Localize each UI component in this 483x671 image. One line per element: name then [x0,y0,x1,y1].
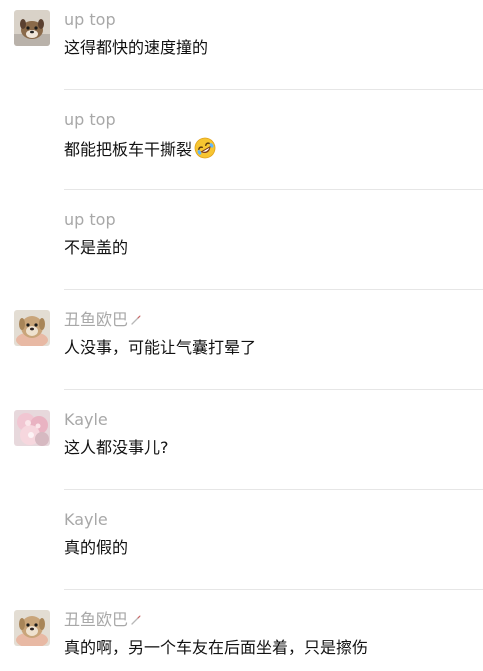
sender-name[interactable]: up top [64,10,116,30]
message-text-content: 这人都没事儿? [64,438,169,457]
divider [64,489,483,490]
chat-message: Kayle 这人都没事儿? [0,400,483,500]
message-text-content: 不是盖的 [64,238,129,257]
message-text-content: 都能把板车干撕裂 [64,140,193,159]
pen-icon [130,311,142,331]
message-text: 都能把板车干撕裂 [64,137,216,165]
sender-name[interactable]: 丑鱼欧巴 [64,310,142,331]
flower-avatar[interactable] [14,410,50,446]
message-text-content: 真的假的 [64,538,129,557]
puppy-avatar[interactable] [14,610,50,646]
chat-message: Kayle 真的假的 [0,500,483,600]
message-text: 这得都快的速度撞的 [64,37,208,59]
divider [64,89,483,90]
message-text: 不是盖的 [64,237,128,259]
chat-message: up top 不是盖的 [0,200,483,300]
message-text-content: 真的啊，另一个车友在后面坐着，只是擦伤 [64,638,369,657]
divider [64,589,483,590]
message-text-content: 这得都快的速度撞的 [64,38,209,57]
sender-name[interactable]: Kayle [64,510,108,530]
divider [64,389,483,390]
puppy-avatar[interactable] [14,310,50,346]
sender-name-label: 丑鱼欧巴 [64,610,129,629]
sender-name[interactable]: up top [64,110,116,130]
sender-name[interactable]: 丑鱼欧巴 [64,610,142,631]
sender-name[interactable]: up top [64,210,116,230]
rolling-laughing-emoji-icon [194,137,216,165]
message-text: 这人都没事儿? [64,437,169,459]
chat-message: up top 这得都快的速度撞的 [0,0,483,100]
chat-thread: up top 这得都快的速度撞的 up top 都能把板车干撕裂 up top … [0,0,483,671]
dog-avatar[interactable] [14,10,50,46]
divider [64,289,483,290]
sender-name[interactable]: Kayle [64,410,108,430]
chat-message: 丑鱼欧巴 真的啊，另一个车友在后面坐着，只是擦伤 [0,600,483,671]
message-text: 真的啊，另一个车友在后面坐着，只是擦伤 [64,637,368,659]
message-text: 真的假的 [64,537,128,559]
divider [64,189,483,190]
chat-message: 丑鱼欧巴 人没事，可能让气囊打晕了 [0,300,483,400]
chat-message: up top 都能把板车干撕裂 [0,100,483,200]
message-text: 人没事，可能让气囊打晕了 [64,337,256,359]
sender-name-label: 丑鱼欧巴 [64,310,129,329]
pen-icon [130,611,142,631]
message-text-content: 人没事，可能让气囊打晕了 [64,338,257,357]
